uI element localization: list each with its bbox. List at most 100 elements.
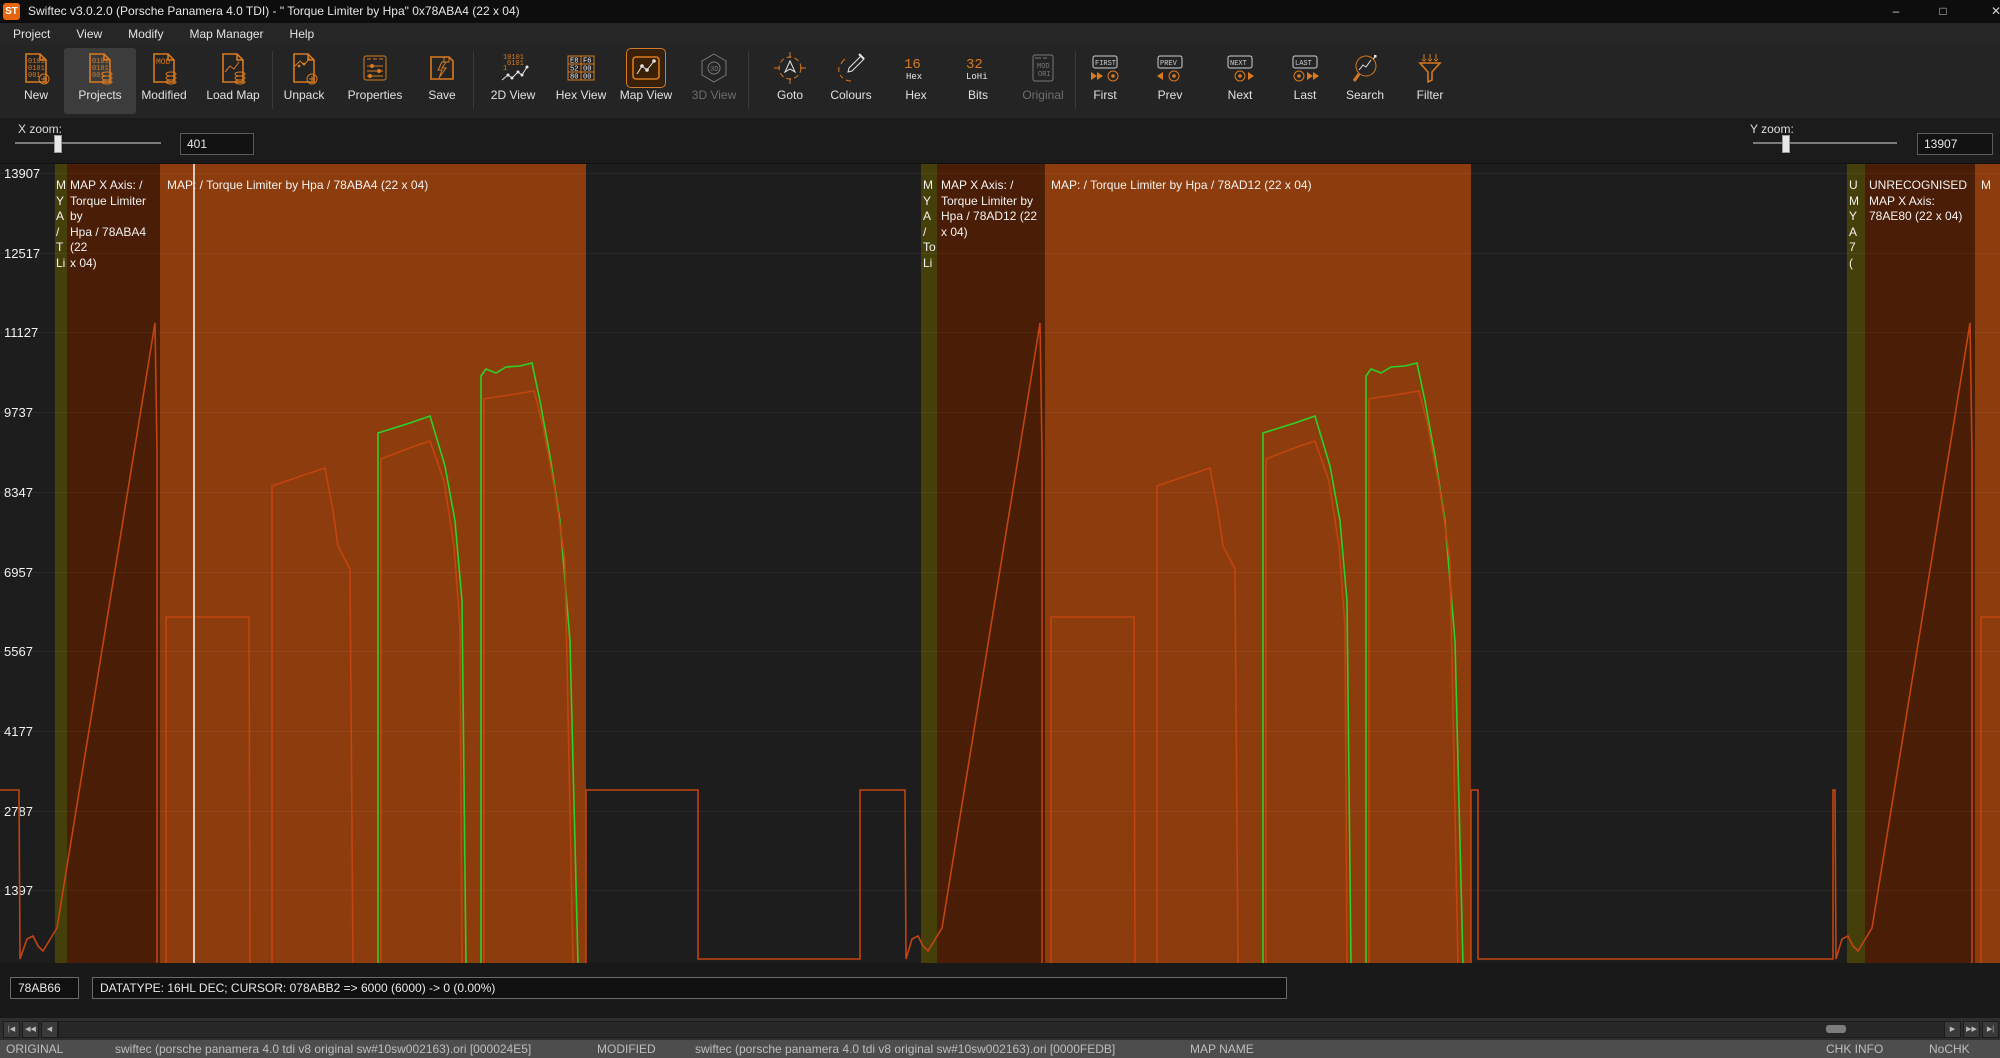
properties-icon xyxy=(357,50,393,86)
toolbar-label: Search xyxy=(1329,88,1401,102)
next-map-icon: NEXT xyxy=(1222,50,1258,86)
toolbar-button-hex-view[interactable]: E8F652008000Hex View xyxy=(545,48,617,114)
toolbar-label: Properties xyxy=(339,88,411,102)
x-zoom-input[interactable]: 401 xyxy=(180,133,254,155)
svg-text:3D: 3D xyxy=(710,66,718,74)
svg-text:ORI: ORI xyxy=(1038,71,1051,79)
scroll-right-button-0[interactable]: ▶ xyxy=(1944,1021,1961,1038)
toolbar-button-map-view[interactable]: Map View xyxy=(610,48,682,114)
svg-text:80: 80 xyxy=(570,74,578,82)
toolbar-label: Bits xyxy=(942,88,1014,102)
toolbar-separator xyxy=(748,51,749,109)
toolbar-label: Unpack xyxy=(268,88,340,102)
toolbar-button-filter[interactable]: Filter xyxy=(1394,48,1466,114)
scrollbar-track[interactable] xyxy=(58,1021,1946,1038)
bottom-status-bar: ORIGINALswiftec (porsche panamera 4.0 td… xyxy=(0,1040,2000,1058)
first-map-icon: FIRST xyxy=(1087,50,1123,86)
scroll-right-button-1[interactable]: ▶▶ xyxy=(1963,1021,1980,1038)
app-logo-icon: ST xyxy=(3,3,20,20)
status-row: 78AB66 DATATYPE: 16HL DEC; CURSOR: 078AB… xyxy=(0,963,2000,1018)
map-name-label: MAP NAME xyxy=(1190,1042,1254,1056)
colours-icon xyxy=(833,50,869,86)
toolbar-button-bits[interactable]: 32LoHi Bits xyxy=(942,48,1014,114)
toolbar-label: Prev xyxy=(1134,88,1206,102)
toolbar-button-modified[interactable]: MODModified xyxy=(128,48,200,114)
svg-text:52: 52 xyxy=(570,66,578,74)
y-zoom-label: Y zoom: xyxy=(1750,122,1794,136)
map-view-chart[interactable]: 1390712517111279737834769575567417727871… xyxy=(0,163,2000,964)
y-zoom-input[interactable]: 13907 xyxy=(1917,133,1993,155)
toolbar-label: Map View xyxy=(610,88,682,102)
scroll-right-button-2[interactable]: ▶| xyxy=(1982,1021,1999,1038)
toolbar-button-projects[interactable]: 01010101001Projects xyxy=(64,48,136,114)
window-title: Swiftec v3.0.2.0 (Porsche Panamera 4.0 T… xyxy=(28,4,520,18)
scroll-left-button-1[interactable]: ◀◀ xyxy=(22,1021,39,1038)
modified-label: MODIFIED xyxy=(597,1042,656,1056)
toolbar-button-save[interactable]: Save xyxy=(406,48,478,114)
search-icon xyxy=(1347,50,1383,86)
svg-text:NEXT: NEXT xyxy=(1230,60,1247,68)
menu-item-modify[interactable]: Modify xyxy=(115,27,176,41)
toolbar-button-search[interactable]: Search xyxy=(1329,48,1401,114)
svg-text:LAST: LAST xyxy=(1295,60,1312,68)
curve-block1-peak2-green xyxy=(481,363,578,964)
load-map-icon xyxy=(215,50,251,86)
menu-item-help[interactable]: Help xyxy=(277,27,328,41)
save-icon xyxy=(424,50,460,86)
toolbar-separator xyxy=(272,51,273,109)
toolbar-button-2d-view[interactable]: 1010101011 2D View xyxy=(477,48,549,114)
menu-item-view[interactable]: View xyxy=(63,27,115,41)
svg-text:FIRST: FIRST xyxy=(1095,60,1116,68)
curve-block1-yaxis-rise xyxy=(0,323,157,964)
maximize-button[interactable]: □ xyxy=(1928,2,1958,21)
hex-view-icon: E8F652008000 xyxy=(563,50,599,86)
toolbar-label: Modified xyxy=(128,88,200,102)
scrollbar-thumb[interactable] xyxy=(1826,1025,1846,1033)
toolbar-button-first[interactable]: FIRST First xyxy=(1069,48,1141,114)
toolbar-button-properties[interactable]: Properties xyxy=(339,48,411,114)
toolbar-label: First xyxy=(1069,88,1141,102)
curve-block2-peak1-green xyxy=(1263,416,1351,964)
bits-32-icon: 32LoHi xyxy=(960,50,996,86)
x-zoom-slider-thumb[interactable] xyxy=(54,135,62,153)
chk-info-label: CHK INFO xyxy=(1826,1042,1883,1056)
svg-text:LoHi: LoHi xyxy=(966,72,988,82)
prev-map-icon: PREV xyxy=(1152,50,1188,86)
title-bar: ST Swiftec v3.0.2.0 (Porsche Panamera 4.… xyxy=(0,0,2000,23)
datatype-cursor-info: DATATYPE: 16HL DEC; CURSOR: 078ABB2 => 6… xyxy=(92,977,1287,999)
curve-block2-mid-peak xyxy=(1157,468,1238,964)
y-zoom-slider-thumb[interactable] xyxy=(1782,135,1790,153)
toolbar-button-next[interactable]: NEXTNext xyxy=(1204,48,1276,114)
curve-block1-peak1-green xyxy=(378,416,466,964)
modified-file: swiftec (porsche panamera 4.0 tdi v8 ori… xyxy=(695,1042,1115,1056)
menu-item-map-manager[interactable]: Map Manager xyxy=(177,27,277,41)
toolbar-button-load-map[interactable]: Load Map xyxy=(197,48,269,114)
curve-block1-peak2-red xyxy=(484,391,573,964)
2d-view-icon: 1010101011 xyxy=(495,50,531,86)
toolbar-button-unpack[interactable]: Unpack xyxy=(268,48,340,114)
hex-16-icon: 16Hex xyxy=(898,50,934,86)
toolbar-button-new[interactable]: 01010101001New xyxy=(0,48,72,114)
toolbar: 01010101001New01010101001ProjectsMODModi… xyxy=(0,45,2000,119)
close-button[interactable]: ✕ xyxy=(1981,2,2000,21)
svg-text:PREV: PREV xyxy=(1160,60,1178,68)
new-document-icon: 01010101001 xyxy=(18,50,54,86)
toolbar-button-prev[interactable]: PREV Prev xyxy=(1134,48,1206,114)
horizontal-scrollbar[interactable]: |◀◀◀◀▶▶▶▶| xyxy=(0,1018,2000,1040)
scroll-left-button-2[interactable]: ◀ xyxy=(41,1021,58,1038)
toolbar-label: 2D View xyxy=(477,88,549,102)
toolbar-button-colours[interactable]: Colours xyxy=(815,48,887,114)
curve-block1-peak1-red xyxy=(381,441,462,964)
chk-value: NoCHK xyxy=(1929,1042,1970,1056)
x-zoom-label: X zoom: xyxy=(18,122,62,136)
y-zoom-slider-track[interactable] xyxy=(1753,142,1897,144)
x-zoom-slider-track[interactable] xyxy=(15,142,161,144)
original-icon: MODORI xyxy=(1025,50,1061,86)
cursor-address-box[interactable]: 78AB66 xyxy=(10,977,79,999)
scroll-left-button-0[interactable]: |◀ xyxy=(3,1021,20,1038)
svg-text:Hex: Hex xyxy=(906,72,922,82)
menu-item-project[interactable]: Project xyxy=(0,27,63,41)
goto-icon xyxy=(772,50,808,86)
toolbar-separator xyxy=(1075,51,1076,109)
minimize-button[interactable]: – xyxy=(1881,2,1911,21)
